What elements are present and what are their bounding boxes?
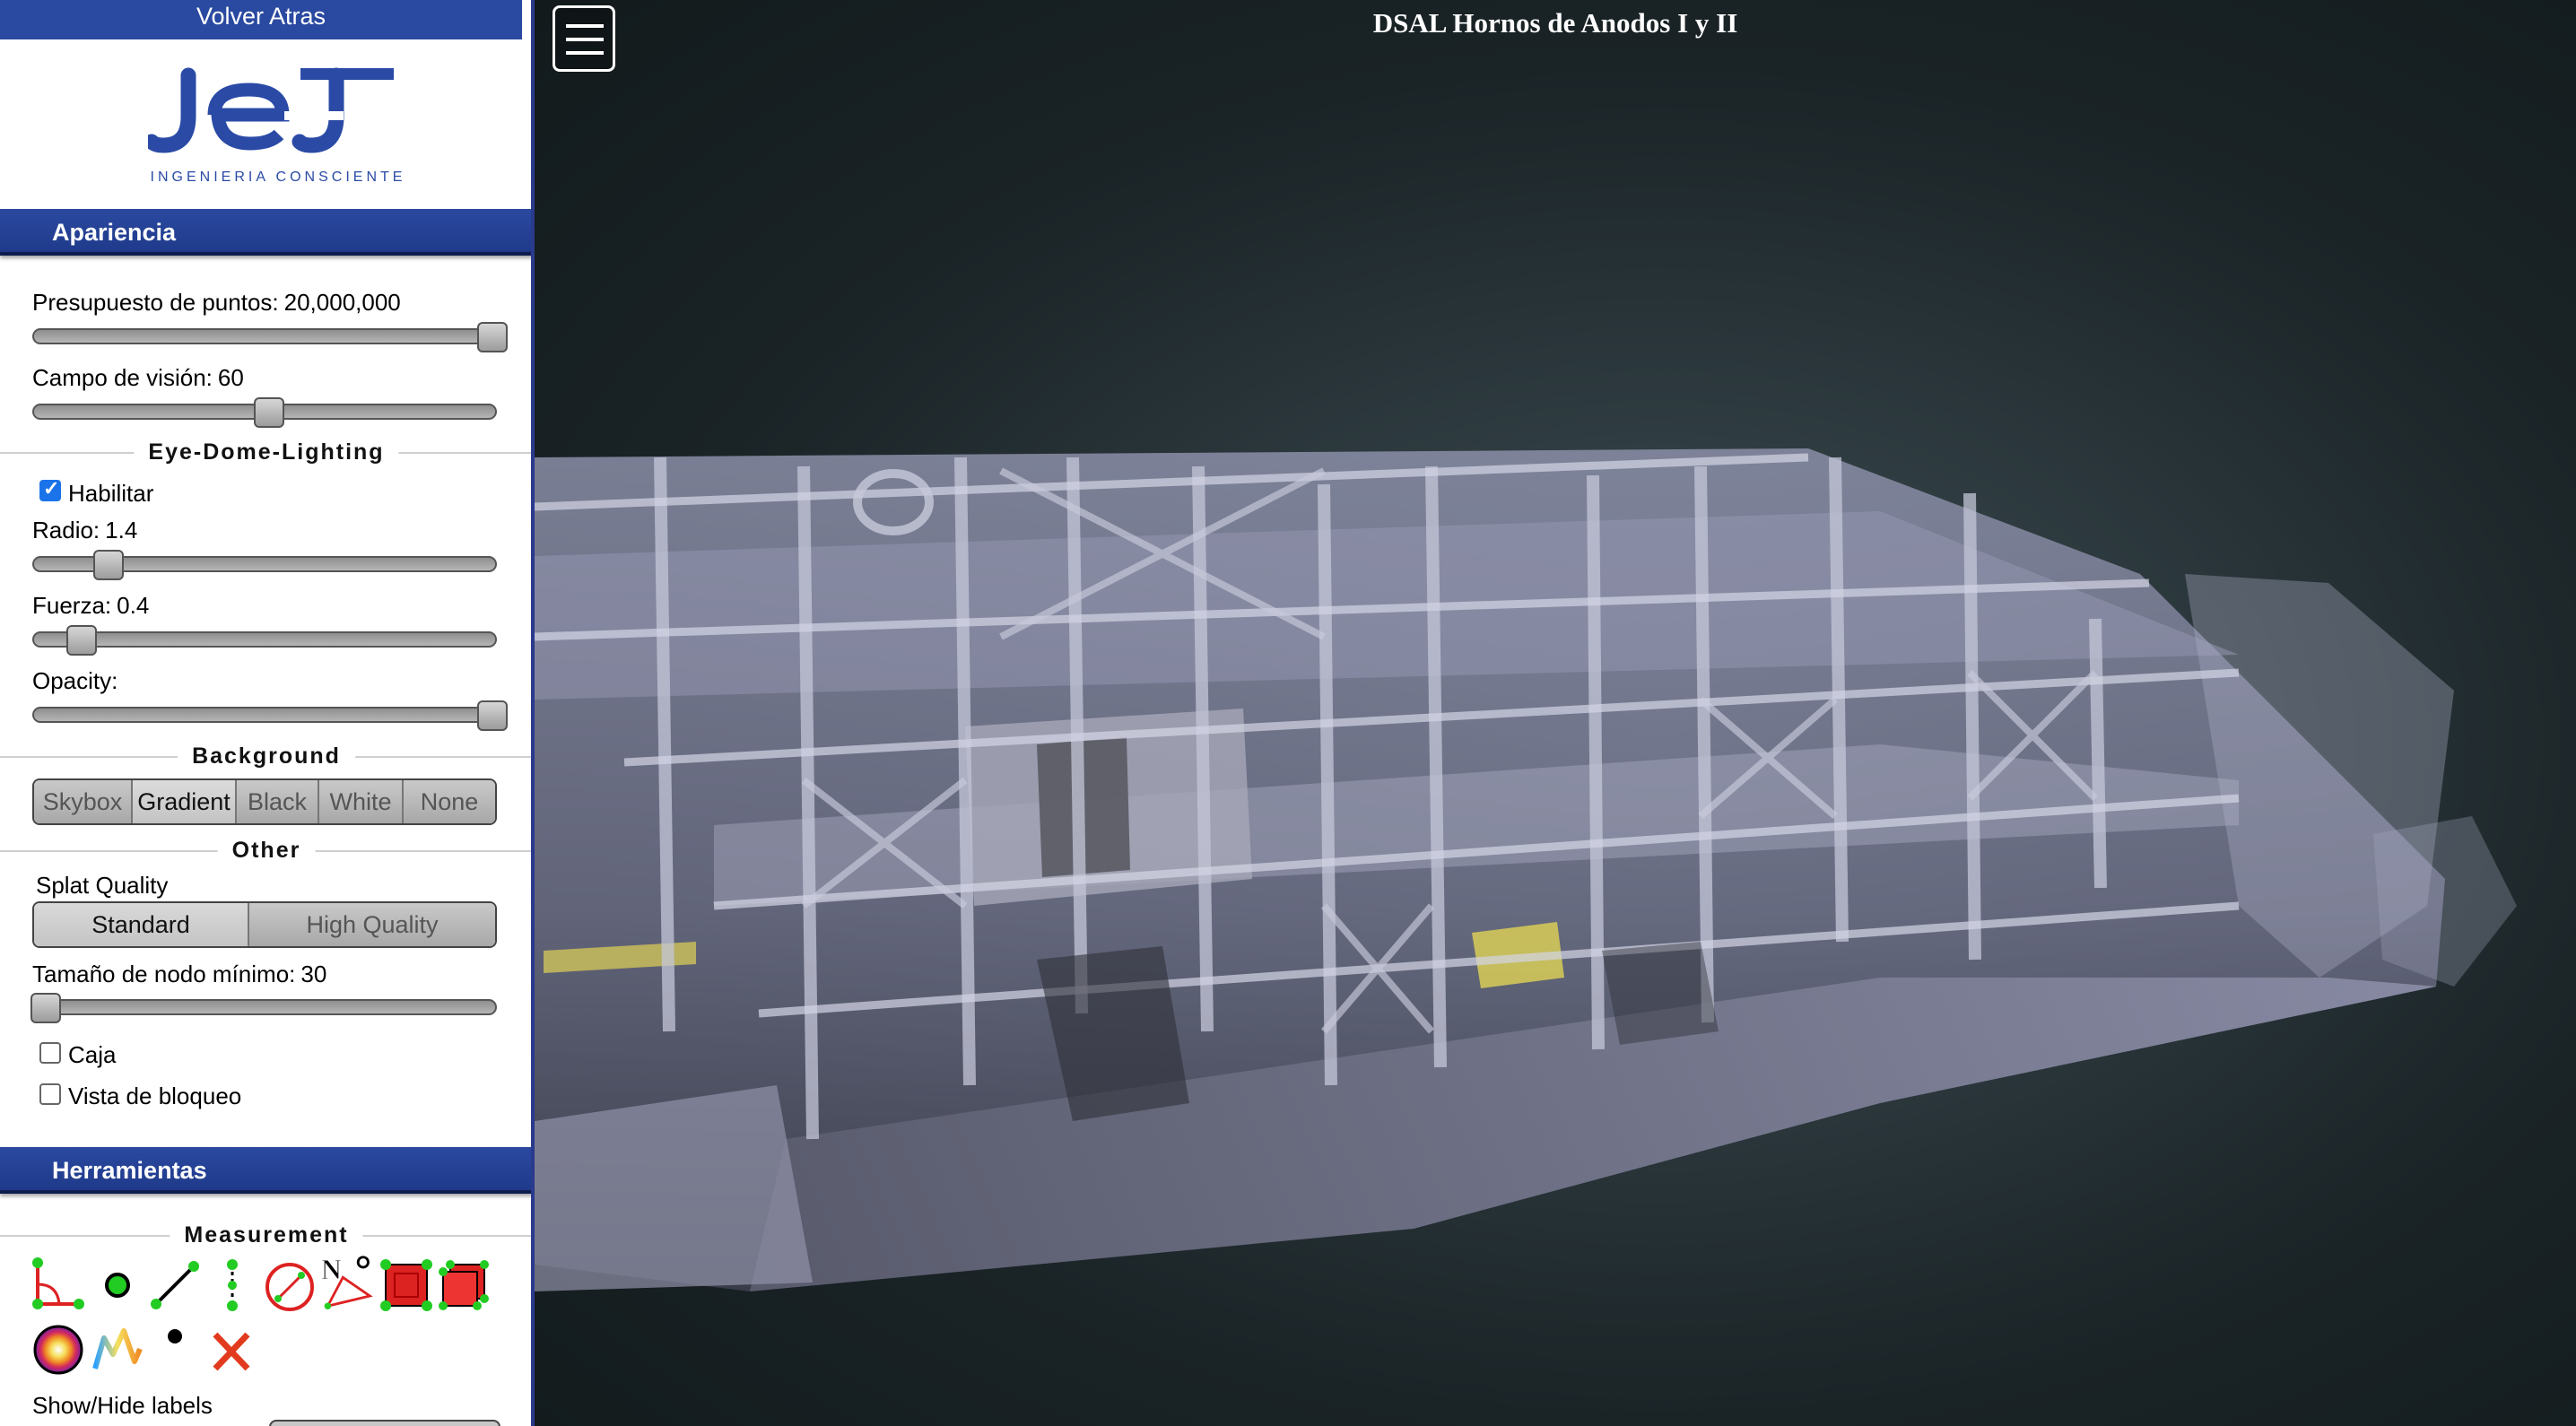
edl-strength-label: Fuerza: 0.4 <box>32 592 150 619</box>
point-cloud-viewer[interactable]: DSAL Hornos de Anodos I y II <box>535 0 2576 1426</box>
point-cloud-scene <box>535 448 2517 1291</box>
height-profile-icon[interactable] <box>90 1322 145 1378</box>
hamburger-icon-line <box>566 51 604 55</box>
point-budget-label: Presupuesto de puntos: 20,000,000 <box>32 289 401 316</box>
background-option-none[interactable]: None <box>404 780 495 823</box>
edl-opacity-label: Opacity: <box>32 667 118 694</box>
back-button[interactable]: Volver Atras <box>0 0 522 39</box>
svg-text:N: N <box>321 1254 342 1285</box>
point-budget-slider[interactable] <box>32 322 508 352</box>
point-icon[interactable] <box>90 1257 145 1313</box>
scene-title: DSAL Hornos de Anodos I y II <box>1372 7 1738 39</box>
edl-divider: Eye-Dome-Lighting <box>0 439 531 465</box>
slider-thumb[interactable] <box>66 625 97 656</box>
section-title: Apariencia <box>52 219 177 246</box>
fov-label: Campo de visión: 60 <box>32 364 244 391</box>
box-label: Caja <box>68 1041 117 1068</box>
min-node-slider[interactable] <box>30 993 497 1023</box>
labels-toggle-label: Show/Hide labels <box>32 1392 213 1419</box>
section-header-appearance[interactable]: Apariencia <box>0 209 531 256</box>
background-divider: Background <box>0 743 531 770</box>
box-checkbox[interactable] <box>39 1042 61 1064</box>
volume-icon[interactable] <box>436 1257 492 1313</box>
area-icon[interactable] <box>379 1257 434 1313</box>
edl-radius-label: Radio: 1.4 <box>32 517 138 543</box>
min-node-label: Tamaño de nodo mínimo: 30 <box>32 961 327 987</box>
edl-radius-slider[interactable] <box>32 550 497 580</box>
svg-text:INGENIERIA CONSCIENTE: INGENIERIA CONSCIENTE <box>151 170 406 185</box>
remove-all-icon[interactable] <box>205 1322 260 1378</box>
labels-toggle-buttons[interactable] <box>269 1420 500 1426</box>
section-title: Herramientas <box>52 1157 207 1184</box>
sphere-volume-icon[interactable] <box>30 1322 86 1378</box>
company-logo: INGENIERIA CONSCIENTE <box>144 63 408 188</box>
azimuth-icon[interactable]: N <box>319 1254 375 1309</box>
measurement-divider: Measurement <box>0 1222 531 1248</box>
background-option-gradient[interactable]: Gradient <box>133 780 237 823</box>
slider-thumb[interactable] <box>93 550 124 580</box>
fov-slider[interactable] <box>32 397 497 428</box>
background-option-white[interactable]: White <box>319 780 404 823</box>
height-icon[interactable] <box>205 1257 260 1313</box>
distance-icon[interactable] <box>147 1257 203 1313</box>
edl-enable-label: Habilitar <box>68 480 154 507</box>
slider-thumb[interactable] <box>477 322 508 352</box>
splat-quality-selector: Standard High Quality <box>32 901 497 948</box>
slider-thumb[interactable] <box>30 993 61 1023</box>
other-divider: Other <box>0 837 531 864</box>
sidebar: Volver Atras INGENIERIA CONSCIENTE Apari… <box>0 0 535 1426</box>
lock-view-label: Vista de bloqueo <box>68 1083 242 1109</box>
background-option-skybox[interactable]: Skybox <box>34 780 133 823</box>
angle-icon[interactable] <box>30 1257 86 1313</box>
edl-strength-slider[interactable] <box>32 625 497 656</box>
splat-option-standard[interactable]: Standard <box>34 903 249 946</box>
slider-thumb[interactable] <box>254 397 284 428</box>
edl-opacity-slider[interactable] <box>32 700 508 731</box>
section-header-tools[interactable]: Herramientas <box>0 1147 531 1194</box>
background-selector: Skybox Gradient Black White None <box>32 778 497 825</box>
edl-enable-checkbox[interactable] <box>39 477 61 501</box>
slider-thumb[interactable] <box>477 700 508 731</box>
circle-icon[interactable] <box>262 1257 318 1313</box>
annotation-icon[interactable] <box>147 1322 203 1378</box>
lock-view-checkbox[interactable] <box>39 1083 61 1105</box>
splat-quality-label: Splat Quality <box>36 872 169 899</box>
splat-option-high-quality[interactable]: High Quality <box>249 903 495 946</box>
background-option-black[interactable]: Black <box>237 780 319 823</box>
